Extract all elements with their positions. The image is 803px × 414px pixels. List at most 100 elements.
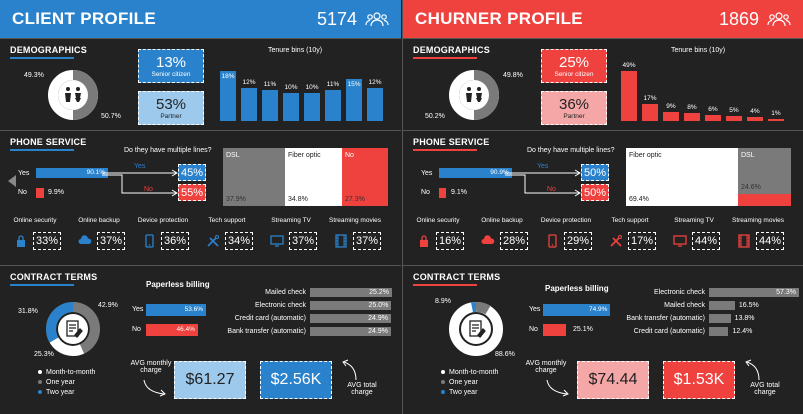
film-icon — [738, 234, 750, 248]
avg-monthly-value: $74.44 — [588, 371, 638, 388]
tenure-bar-label: 18% — [221, 73, 235, 80]
payment-method-label: Bank transfer (automatic) — [626, 315, 705, 322]
churner-contract-section: CONTRACT TERMS 8.9% 88.6% Month-to-month… — [403, 265, 803, 414]
service-name: Device protection — [540, 217, 592, 224]
contract-pct-1: 42.9% — [98, 302, 118, 309]
service-name: Streaming TV — [271, 217, 311, 224]
service-value: 29% — [564, 232, 592, 250]
tenure-bar-label: 12% — [368, 78, 382, 86]
avg-total-value: $1.53K — [673, 371, 725, 388]
tenure-bar — [684, 112, 700, 121]
payment-method-label: Bank transfer (automatic) — [227, 328, 306, 335]
senior-citizen-value: 13% — [155, 53, 187, 71]
tv-icon — [673, 235, 687, 247]
service-value: 17% — [628, 232, 656, 250]
phone-yes-label: Yes — [421, 170, 433, 177]
payment-method-bar — [709, 327, 729, 336]
cloud-icon — [481, 235, 495, 244]
tenure-bar — [768, 119, 784, 121]
legend-item: One year — [441, 379, 498, 386]
gender-right-pct: 49.8% — [503, 72, 523, 79]
lock-icon — [420, 235, 428, 247]
internet-no-block — [738, 194, 791, 206]
phone-icon — [145, 234, 154, 248]
avg-monthly-label: AVG monthly charge — [525, 360, 567, 374]
senior-citizen-box: 25% Senior citizen — [541, 49, 607, 83]
internet-dsl-block: DSL 24.6% — [738, 148, 791, 194]
partner-label: Partner — [563, 112, 585, 120]
multi-no-box: 50% — [581, 184, 609, 201]
payment-method-label: Credit card (automatic) — [633, 328, 705, 335]
service-value: 37% — [289, 232, 317, 250]
tenure-bar-label: 8% — [687, 103, 697, 111]
legend-item: Month-to-month — [38, 369, 95, 376]
tenure-bar-label: 1% — [771, 110, 781, 117]
multi-yes-value: 45% — [180, 166, 204, 179]
payment-method-chart: Mailed check 25.2% Electronic check 25.0% Cr… — [216, 288, 400, 344]
multiple-lines-question: Do they have multiple lines? — [527, 147, 615, 154]
tenure-bar — [705, 114, 721, 121]
paperless-no-label: No — [529, 326, 538, 333]
client-header: CLIENT PROFILE 5174 — [0, 0, 401, 38]
gender-right-pct: 50.7% — [101, 113, 121, 120]
multiple-lines-question: Do they have multiple lines? — [124, 147, 212, 154]
avg-total-charge-box: $2.56K — [260, 361, 332, 399]
phone-yes-bar: 90.9% — [439, 168, 512, 178]
contract-pct-3: 25.3% — [34, 351, 54, 358]
internet-fiber-pct: 34.8% — [288, 196, 308, 203]
contract-legend: Month-to-month One year Two year — [441, 369, 498, 396]
client-demographics-section: DEMOGRAPHICS 49.3% 50.7% 13% Senior citi… — [0, 38, 401, 130]
partner-value: 53% — [155, 95, 187, 113]
internet-fiber-label: Fiber optic — [629, 152, 662, 159]
churner-demographics-section: DEMOGRAPHICS 49.8% 50.2% 25% Senior citi… — [403, 38, 803, 130]
legend-item: One year — [38, 379, 95, 386]
tenure-bar-chart: 49% 17% 9% 8% 6% 5% 4% 1% — [621, 59, 791, 121]
phone-no-pct: 9.1% — [451, 189, 467, 196]
legend-item: Month-to-month — [441, 369, 498, 376]
multi-yes-label: Yes — [537, 163, 549, 170]
phone-no-label: No — [18, 189, 27, 196]
senior-citizen-label: Senior citizen — [554, 70, 594, 78]
tenure-bar-label: 12% — [242, 78, 256, 86]
phone-no-label: No — [421, 189, 430, 196]
avg-total-value: $2.56K — [270, 371, 322, 388]
internet-dsl-pct: 37.9% — [226, 196, 246, 203]
service-name: Tech support — [611, 217, 649, 224]
section-title: DEMOGRAPHICS — [10, 45, 87, 55]
partner-label: Partner — [160, 112, 182, 120]
tenure-bar — [621, 71, 637, 121]
gender-donut-chart — [48, 70, 98, 120]
section-title: CONTRACT TERMS — [10, 272, 98, 282]
tenure-bar-label: 10% — [305, 84, 319, 92]
payment-method-label: Mailed check — [265, 289, 306, 296]
churner-title: CHURNER PROFILE — [415, 9, 583, 28]
multi-no-label: No — [547, 186, 556, 193]
phone-no-bar — [439, 188, 447, 198]
payment-method-pct: 16.5% — [738, 302, 759, 309]
tenure-bar-label: 10% — [284, 84, 298, 92]
people-icon — [767, 12, 791, 27]
payment-method-pct: 25.0% — [368, 302, 389, 309]
avg-total-charge-box: $1.53K — [663, 361, 735, 399]
tenure-bar — [726, 115, 742, 121]
internet-dsl-label: DSL — [226, 152, 240, 159]
phone-icon — [548, 234, 557, 248]
churner-profile-panel: CHURNER PROFILE 1869 DEMOGRAPHICS 49.8% … — [402, 0, 803, 414]
tenure-bar-label: 6% — [708, 105, 718, 113]
internet-no-label: No — [345, 152, 354, 159]
service-value: 44% — [692, 232, 720, 250]
gender-left-pct: 49.3% — [24, 72, 44, 79]
tenure-bar-label: 15% — [347, 81, 361, 89]
section-underline — [10, 284, 74, 286]
paperless-no-label: No — [132, 326, 141, 333]
churner-phone-section: PHONE SERVICE Yes 90.9% No 9.1% Do they … — [403, 130, 803, 265]
paperless-no-pct: 25.1% — [573, 326, 593, 333]
senior-citizen-label: Senior citizen — [151, 70, 191, 78]
senior-citizen-value: 25% — [558, 53, 590, 71]
arrow-left-icon — [8, 175, 16, 187]
senior-citizen-box: 13% Senior citizen — [138, 49, 204, 83]
internet-no-pct: 27.3% — [345, 196, 365, 203]
paperless-title: Paperless billing — [146, 280, 210, 289]
contract-legend: Month-to-month One year Two year — [38, 369, 95, 396]
legend-item: Two year — [441, 389, 498, 396]
